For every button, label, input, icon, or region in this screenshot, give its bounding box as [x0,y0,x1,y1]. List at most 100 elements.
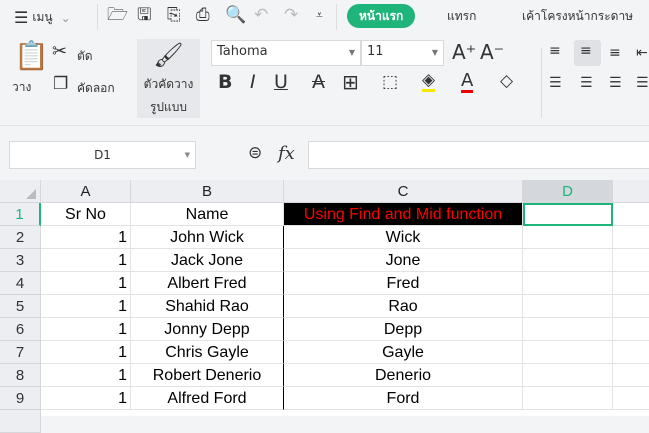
cell-a5[interactable]: 1 [41,295,131,318]
cell-c4[interactable]: Fred [284,272,523,295]
row-header[interactable]: 4 [0,272,41,295]
redo-icon[interactable]: ↷ [284,7,298,24]
copy-button[interactable]: คัดลอก [77,79,115,98]
cell-e5[interactable] [613,295,649,318]
column-header-a[interactable]: A [41,180,131,203]
print-icon[interactable]: ⎙ [196,7,210,24]
underline-icon[interactable]: U [274,73,288,92]
column-header-c[interactable]: C [284,180,523,203]
cell-d9[interactable] [523,387,613,410]
row-header[interactable]: 9 [0,387,41,410]
select-all-corner[interactable] [0,180,41,203]
undo-icon[interactable]: ↶ [254,7,268,24]
cell-b6[interactable]: Jonny Depp [131,318,284,341]
align-bottom-icon[interactable]: ≡ [609,46,621,60]
cell-a4[interactable]: 1 [41,272,131,295]
bold-icon[interactable]: B [218,73,232,92]
paste-icon[interactable]: 📋 [14,42,49,70]
cell-e8[interactable] [613,364,649,387]
cell-e9[interactable] [613,387,649,410]
cell-c5[interactable]: Rao [284,295,523,318]
row-header[interactable]: 7 [0,341,41,364]
cell-b3[interactable]: Jack Jone [131,249,284,272]
print-preview-icon[interactable]: 🔍 [225,7,246,24]
formula-input[interactable] [308,141,649,169]
cell-c3[interactable]: Jone [284,249,523,272]
cell-b4[interactable]: Albert Fred [131,272,284,295]
paste-button[interactable]: วาง [12,78,31,97]
column-header-e[interactable] [613,180,649,203]
cell-b9[interactable]: Alfred Ford [131,387,284,410]
cell-a9[interactable]: 1 [41,387,131,410]
cell-d1[interactable] [523,203,613,226]
strikethrough-icon[interactable]: A [312,73,325,92]
row-header[interactable]: 8 [0,364,41,387]
cell-c6[interactable]: Depp [284,318,523,341]
tab-insert[interactable]: แทรก [435,4,488,28]
cell-a6[interactable]: 1 [41,318,131,341]
font-color-icon[interactable]: A [461,72,474,93]
row-header[interactable]: 5 [0,295,41,318]
align-top-icon[interactable]: ≡ [549,44,561,58]
row-header[interactable]: 6 [0,318,41,341]
column-header-b[interactable]: B [131,180,284,203]
cell-d7[interactable] [523,341,613,364]
cell-b2[interactable]: John Wick [131,226,284,249]
cell-style-icon[interactable]: ⬚ [382,74,398,91]
justify-icon[interactable]: ☰ [636,76,649,90]
row-header[interactable]: 3 [0,249,41,272]
tab-home[interactable]: หน้าแรก [347,4,416,28]
cell-b1[interactable]: Name [131,203,284,226]
cell-c8[interactable]: Denerio [284,364,523,387]
zoom-formula-icon[interactable]: ⊜ [248,145,262,162]
open-icon[interactable]: 🗁 [107,7,128,24]
cell-a8[interactable]: 1 [41,364,131,387]
save-icon[interactable]: 🖫 [137,7,151,24]
cell-a2[interactable]: 1 [41,226,131,249]
cell-e1[interactable] [613,203,649,226]
row-header[interactable]: 1 [0,203,41,226]
cell-d4[interactable] [523,272,613,295]
more-icon[interactable]: ⩡ [316,9,323,21]
cut-button[interactable]: ตัด [77,47,93,66]
cell-a1[interactable]: Sr No [41,203,131,226]
cell-b5[interactable]: Shahid Rao [131,295,284,318]
cell-e3[interactable] [613,249,649,272]
align-middle-icon[interactable]: ≡ [580,44,592,58]
cell-c1[interactable]: Using Find and Mid function [284,203,523,226]
cell-a7[interactable]: 1 [41,341,131,364]
menu-button[interactable]: ☰ เมนู ⌄ [14,8,71,27]
scissors-icon[interactable]: ✂ [52,43,67,61]
cell-b8[interactable]: Robert Denerio [131,364,284,387]
align-center-icon[interactable]: ☰ [580,76,593,90]
cell-d8[interactable] [523,364,613,387]
cell-d5[interactable] [523,295,613,318]
eraser-icon[interactable]: ◇ [500,73,513,90]
cell-e2[interactable] [613,226,649,249]
cell-a3[interactable]: 1 [41,249,131,272]
column-header-d[interactable]: D [523,180,613,203]
cell-e4[interactable] [613,272,649,295]
format-painter-button[interactable]: 🖌 ตัวคัดวาง รูปแบบ [137,39,200,118]
name-box[interactable]: D1 ▼ [9,141,196,169]
borders-icon[interactable]: ⊞ [342,72,359,92]
cell-c7[interactable]: Gayle [284,341,523,364]
cell-d6[interactable] [523,318,613,341]
cell-e7[interactable] [613,341,649,364]
cell-c9[interactable]: Ford [284,387,523,410]
align-right-icon[interactable]: ☰ [609,76,622,90]
row-header[interactable] [0,410,41,433]
cell-e6[interactable] [613,318,649,341]
row-header[interactable]: 2 [0,226,41,249]
cell-d2[interactable] [523,226,613,249]
font-size-select[interactable]: 11 ▼ [361,40,444,66]
cell-c2[interactable]: Wick [284,226,523,249]
increase-font-icon[interactable]: A⁺ [452,42,476,62]
fill-color-icon[interactable]: ◈ [422,72,436,92]
decrease-font-icon[interactable]: A⁻ [480,42,504,62]
copy-icon[interactable]: ❐ [53,76,68,93]
tab-page-layout[interactable]: เค้าโครงหน้ากระดาษ [510,4,645,28]
export-icon[interactable]: ⎘ [167,7,181,24]
cell-b7[interactable]: Chris Gayle [131,341,284,364]
indent-icon[interactable]: ⇤ [636,46,648,60]
